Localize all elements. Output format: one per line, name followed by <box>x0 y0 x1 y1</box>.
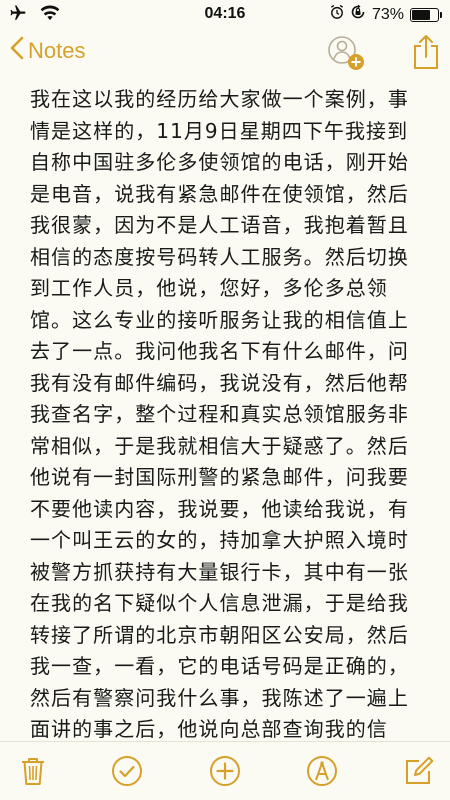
orientation-lock-icon <box>350 4 366 25</box>
back-button[interactable]: Notes <box>10 36 85 66</box>
checklist-icon[interactable] <box>110 754 144 788</box>
add-people-icon[interactable] <box>326 32 366 76</box>
chevron-left-icon <box>10 36 28 66</box>
nav-bar: Notes <box>0 28 450 80</box>
battery-percent: 73% <box>371 5 404 23</box>
status-bar: 04:16 73% <box>0 0 450 28</box>
sketch-icon[interactable] <box>305 754 339 788</box>
note-body[interactable]: 我在这以我的经历给大家做一个案例，事情是这样的，11月9日星期四下午我接到自称中… <box>30 84 425 744</box>
back-button-label: Notes <box>28 38 86 63</box>
add-icon[interactable] <box>208 754 242 788</box>
nav-actions <box>326 32 440 76</box>
battery-level-fill <box>412 9 430 20</box>
alarm-icon <box>330 4 344 25</box>
trash-icon[interactable] <box>16 754 50 788</box>
share-icon[interactable] <box>412 34 440 74</box>
compose-icon[interactable] <box>402 754 436 788</box>
bottom-toolbar <box>0 741 450 800</box>
status-right: 73% <box>330 4 442 25</box>
battery-icon <box>410 7 442 22</box>
